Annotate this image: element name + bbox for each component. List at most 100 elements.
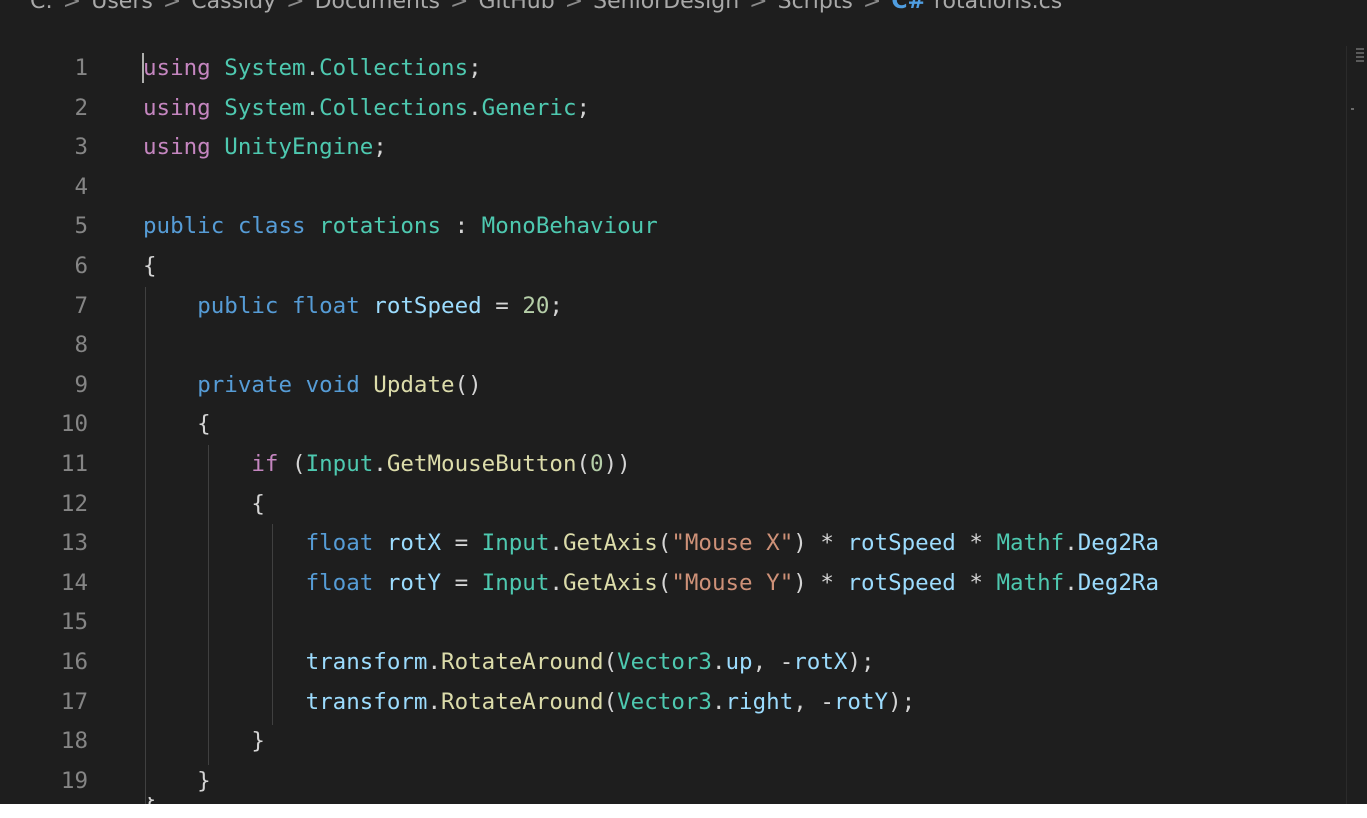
line-text: {	[143, 485, 265, 525]
code-token: .	[711, 648, 726, 675]
code-token: public	[197, 292, 279, 319]
breadcrumb-separator: >	[564, 0, 584, 14]
code-token: ))	[603, 450, 631, 477]
code-token: Vector3	[617, 688, 712, 715]
code-token: .	[1064, 569, 1078, 596]
code-line[interactable]: 1 using System.Collections;	[0, 49, 1344, 89]
code-token: rotX	[793, 648, 848, 675]
line-text: {	[143, 247, 157, 287]
line-number: 14	[60, 569, 88, 596]
breadcrumb-item[interactable]: Cassidy	[191, 0, 276, 14]
line-number: 13	[60, 530, 88, 557]
line-number: 7	[74, 292, 88, 319]
breadcrumb-item[interactable]: Users	[91, 0, 153, 14]
line-text: private void Update()	[143, 366, 481, 406]
code-token: GetAxis	[562, 569, 658, 596]
code-token: Collections	[319, 94, 469, 121]
minimap-icon[interactable]	[1356, 48, 1364, 64]
line-number: 17	[60, 688, 88, 715]
code-line[interactable]: 17 transform.RotateAround(Vector3.right,…	[0, 683, 1344, 723]
code-token: .	[468, 94, 482, 121]
code-token: Deg2Ra	[1077, 530, 1160, 557]
code-line[interactable]: 12 {	[0, 485, 1344, 525]
code-line[interactable]: 3 using UnityEngine;	[0, 128, 1344, 168]
line-number: 8	[74, 332, 88, 359]
breadcrumb-separator: >	[286, 0, 305, 14]
breadcrumb-file-name[interactable]: rotations.cs	[934, 0, 1062, 14]
code-line[interactable]: 19 }	[0, 762, 1344, 802]
line-text: }	[143, 722, 265, 762]
breadcrumb-item[interactable]: Scripts	[778, 0, 853, 14]
code-token: (	[657, 530, 672, 557]
code-token: (	[278, 450, 306, 477]
breadcrumb-item[interactable]: SeniorDesign	[593, 0, 739, 14]
code-token: {	[143, 252, 157, 279]
code-token: (	[603, 688, 618, 715]
code-token: MonoBehaviour	[481, 213, 658, 240]
code-token: rotY	[386, 569, 442, 596]
line-number: 10	[60, 411, 88, 438]
code-line[interactable]: 8	[0, 326, 1344, 366]
code-token: rotX	[386, 530, 442, 557]
code-token: }	[143, 767, 211, 794]
code-token: (	[603, 648, 618, 675]
code-editor[interactable]: C: > Users > Cassidy > Documents > GitHub > Senior…	[0, 0, 1367, 804]
code-token: transform	[305, 688, 428, 715]
code-line[interactable]: 2 using System.Collections.Generic;	[0, 89, 1344, 129]
breadcrumb-item[interactable]: C:	[30, 0, 53, 14]
code-line[interactable]: 18 }	[0, 722, 1344, 762]
minimap-marker	[1351, 108, 1354, 110]
code-token: rotations	[319, 213, 442, 240]
line-number: 2	[74, 94, 88, 121]
code-token: .	[305, 94, 320, 121]
code-token: 20	[522, 292, 550, 319]
code-line[interactable]: 9 private void Update()	[0, 366, 1344, 406]
code-token: using	[143, 134, 211, 161]
code-token: System	[224, 94, 306, 121]
code-line[interactable]: 5 public class rotations : MonoBehaviour	[0, 207, 1344, 247]
breadcrumb-item[interactable]: GitHub	[478, 0, 554, 14]
code-token: "Mouse Y"	[671, 569, 794, 596]
code-token: {	[143, 411, 211, 438]
breadcrumb-separator: >	[162, 0, 182, 14]
breadcrumb-item[interactable]: Documents	[315, 0, 440, 14]
code-line[interactable]: 13 float rotX = Input.GetAxis("Mouse X")…	[0, 524, 1344, 564]
code-line[interactable]: 16 transform.RotateAround(Vector3.up, -r…	[0, 643, 1344, 683]
code-token: using	[143, 55, 211, 81]
code-token: GetAxis	[562, 530, 658, 557]
code-token: Mathf	[996, 530, 1065, 557]
code-token: rotSpeed	[373, 292, 482, 319]
code-token: ) *	[793, 530, 848, 557]
code-line[interactable]: 15	[0, 603, 1344, 643]
code-token: RotateAround	[441, 648, 604, 675]
code-token: Deg2Ra	[1077, 569, 1160, 596]
code-area[interactable]: 1 using System.Collections; 2 using System.…	[0, 49, 1344, 801]
code-token: (	[657, 569, 672, 596]
code-token: rotY	[833, 688, 889, 715]
code-line[interactable]: 10 {	[0, 405, 1344, 445]
line-number: 11	[60, 450, 88, 477]
line-text: using System.Collections.Generic;	[143, 89, 590, 129]
code-token: :	[441, 213, 482, 240]
code-token: =	[441, 569, 482, 596]
line-number: 5	[74, 213, 88, 240]
breadcrumb-separator: >	[62, 0, 82, 14]
indent-guide	[145, 287, 146, 804]
code-line[interactable]: 7 public float rotSpeed = 20;	[0, 287, 1344, 327]
code-line[interactable]: 4	[0, 168, 1344, 208]
code-line[interactable]: 14 float rotY = Input.GetAxis("Mouse Y")…	[0, 564, 1344, 604]
code-line[interactable]: 11 if (Input.GetMouseButton(0))	[0, 445, 1344, 485]
code-line[interactable]: 6{	[0, 247, 1344, 287]
line-number: 12	[60, 490, 88, 517]
code-token: .	[549, 569, 563, 596]
code-token: private	[197, 371, 293, 398]
vertical-scrollbar[interactable]	[1346, 46, 1367, 804]
